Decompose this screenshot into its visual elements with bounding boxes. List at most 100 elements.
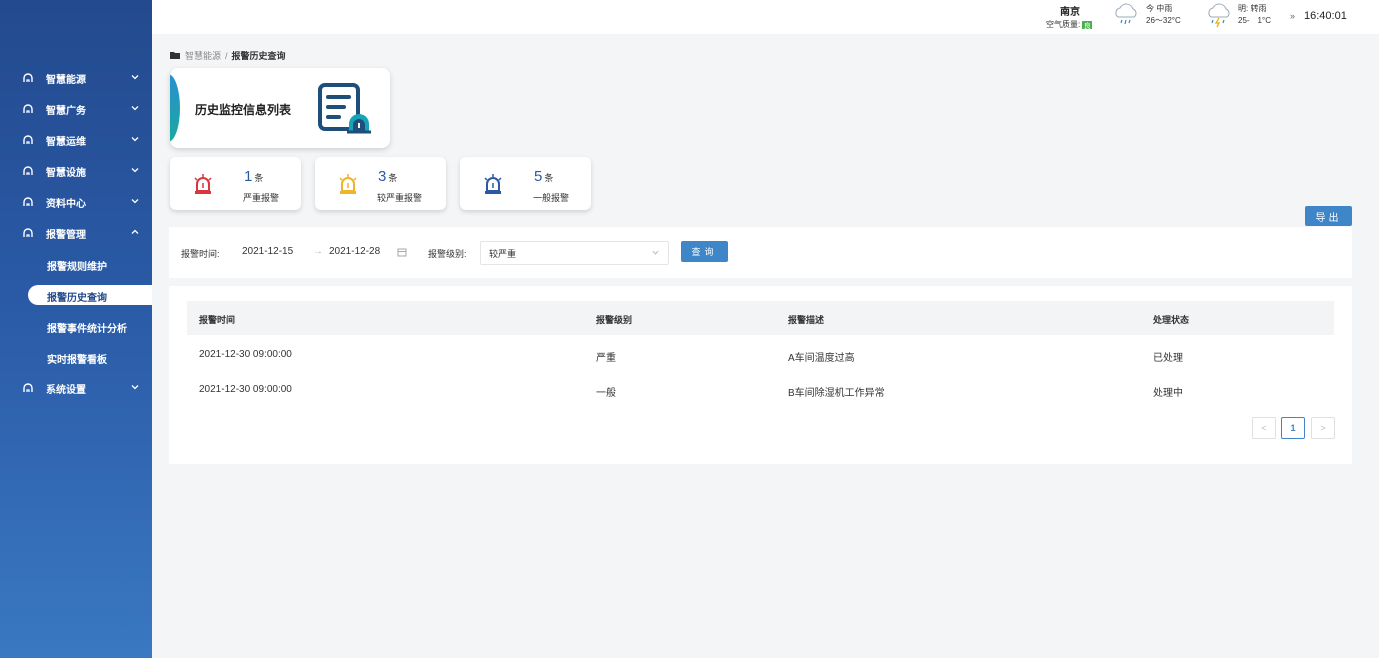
sidebar-subitem-label: 报警历史查询 [47, 293, 107, 304]
cell-description: B车间除湿机工作异常 [788, 388, 885, 399]
sidebar-item-label: 智慧设施 [46, 168, 86, 179]
stat-label: 较严重报警 [377, 193, 423, 203]
breadcrumb-separator: / [225, 50, 228, 61]
folder-icon [170, 52, 180, 59]
alarm-level-label: 报警级别: [428, 249, 467, 259]
stat-label: 一般报警 [533, 193, 570, 203]
stat-unit: 条 [388, 173, 398, 183]
title-card: 历史监控信息列表 [170, 68, 390, 148]
home-icon [23, 228, 33, 237]
alarm-time-label: 报警时间: [181, 249, 220, 259]
cell-time: 2021-12-30 09:00:00 [199, 349, 292, 360]
sidebar-item-label: 智慧广务 [46, 106, 86, 117]
pagination-page-1[interactable]: 1 [1281, 417, 1305, 439]
air-quality: 空气质量: 良 [1046, 19, 1093, 30]
cell-level: 严重 [596, 353, 616, 364]
home-icon [23, 197, 33, 206]
chevron-down-icon [652, 250, 659, 255]
breadcrumb-parent[interactable]: 智慧能源 [185, 49, 221, 62]
stat-number: 1 [244, 168, 253, 185]
sidebar-item-alarm-management[interactable]: 报警管理 [0, 222, 152, 244]
thunderstorm-icon [1208, 3, 1230, 28]
weather-tomorrow-desc: 明: 转雨 [1238, 4, 1267, 13]
sidebar-subitem-alarm-statistics[interactable]: 报警事件统计分析 [0, 316, 152, 336]
export-button[interactable]: 导出 [1305, 206, 1352, 226]
stat-card-moderate[interactable]: 3条 较严重报警 [315, 157, 446, 210]
sidebar-item-resources[interactable]: 资料中心 [0, 191, 152, 213]
sidebar-item-label: 智慧能源 [46, 75, 86, 86]
stat-number: 3 [378, 168, 387, 185]
column-header-description: 报警描述 [788, 315, 825, 325]
pagination-next-button[interactable]: > [1311, 417, 1335, 439]
chevron-down-icon [131, 106, 139, 111]
sidebar-subitem-label: 实时报警看板 [47, 355, 107, 366]
title-card-accent [170, 74, 180, 142]
clock: 16:40:01 [1304, 10, 1347, 22]
calendar-icon[interactable] [397, 247, 407, 257]
stat-label: 严重报警 [243, 193, 280, 203]
stat-card-severe[interactable]: 1条 严重报警 [170, 157, 301, 210]
end-date-input[interactable]: 2021-12-28 [329, 246, 380, 257]
stat-card-general[interactable]: 5条 一般报警 [460, 157, 591, 210]
chevron-down-icon [131, 199, 139, 204]
stat-count: 5条 [534, 168, 553, 185]
table-row[interactable]: 2021-12-30 09:00:00 一般 B车间除湿机工作异常 处理中 [187, 372, 1334, 406]
cell-status: 处理中 [1153, 388, 1183, 399]
breadcrumb-current: 报警历史查询 [231, 51, 286, 61]
cell-time: 2021-12-30 09:00:00 [199, 384, 292, 395]
home-icon [23, 73, 33, 82]
weather-tomorrow: 明: 转雨 25- 1°C [1238, 3, 1271, 27]
weather-tomorrow-temp: 25- 1°C [1238, 16, 1271, 25]
weather-today-desc: 今 中雨 [1146, 4, 1173, 13]
chevron-down-icon [131, 75, 139, 80]
column-header-time: 报警时间 [199, 315, 236, 325]
alarm-level-value: 较严重 [489, 249, 517, 259]
weather-today: 今 中雨 26～32°C [1146, 3, 1181, 27]
sidebar-subitem-alarm-rules[interactable]: 报警规则维护 [0, 254, 152, 274]
document-alarm-icon [318, 83, 371, 134]
stat-unit: 条 [544, 173, 554, 183]
sidebar-subitem-label: 报警规则维护 [47, 262, 107, 273]
home-icon [23, 104, 33, 113]
alarm-light-icon [194, 174, 212, 194]
sidebar-subitem-alarm-history[interactable]: 报警历史查询 [28, 285, 152, 305]
sidebar-item-smart-service[interactable]: 智慧广务 [0, 98, 152, 120]
cell-level: 一般 [596, 388, 616, 399]
stat-count: 1条 [244, 168, 263, 185]
page-title: 历史监控信息列表 [195, 103, 292, 117]
table-panel: 报警时间 报警级别 报警描述 处理状态 2021-12-30 09:00:00 … [169, 286, 1352, 464]
stat-count: 3条 [378, 168, 397, 185]
sidebar-item-smart-ops[interactable]: 智慧运维 [0, 129, 152, 151]
home-icon [23, 383, 33, 392]
sidebar-item-system-settings[interactable]: 系统设置 [0, 377, 152, 399]
chevron-down-icon [131, 137, 139, 142]
date-range-arrow: → [313, 246, 323, 257]
sidebar-item-label: 资料中心 [46, 199, 86, 210]
sidebar-subitem-label: 报警事件统计分析 [47, 324, 127, 335]
sidebar-item-smart-energy[interactable]: 智慧能源 [0, 67, 152, 89]
home-icon [23, 135, 33, 144]
sidebar-item-smart-facilities[interactable]: 智慧设施 [0, 160, 152, 182]
table-row[interactable]: 2021-12-30 09:00:00 严重 A车间温度过高 已处理 [187, 337, 1334, 371]
city-name: 南京 [1060, 7, 1080, 18]
pagination-prev-button[interactable]: < [1252, 417, 1276, 439]
breadcrumb: 智慧能源 / 报警历史查询 [170, 49, 286, 62]
double-chevron-right-icon[interactable]: » [1290, 11, 1295, 21]
stat-unit: 条 [254, 173, 264, 183]
chevron-down-icon [131, 385, 139, 390]
start-date-input[interactable]: 2021-12-15 [242, 246, 293, 257]
air-quality-label: 空气质量: [1046, 20, 1081, 29]
air-quality-badge: 良 [1082, 20, 1093, 30]
column-header-level: 报警级别 [596, 315, 633, 325]
stat-number: 5 [534, 168, 543, 185]
sidebar: 智慧能源 智慧广务 智慧运维 智慧设施 资料中心 报警管理 报警规则维护 报警历… [0, 0, 152, 658]
filter-panel: 报警时间: 2021-12-15 → 2021-12-28 报警级别: 较严重 … [169, 227, 1352, 278]
sidebar-subitem-realtime-board[interactable]: 实时报警看板 [0, 347, 152, 367]
cell-status: 已处理 [1153, 353, 1183, 364]
query-button[interactable]: 查询 [681, 241, 728, 262]
chevron-up-icon [131, 229, 139, 234]
sidebar-item-label: 系统设置 [46, 385, 86, 396]
home-icon [23, 166, 33, 175]
alarm-level-select[interactable]: 较严重 [480, 241, 669, 265]
weather-today-temp: 26～32°C [1146, 16, 1181, 25]
